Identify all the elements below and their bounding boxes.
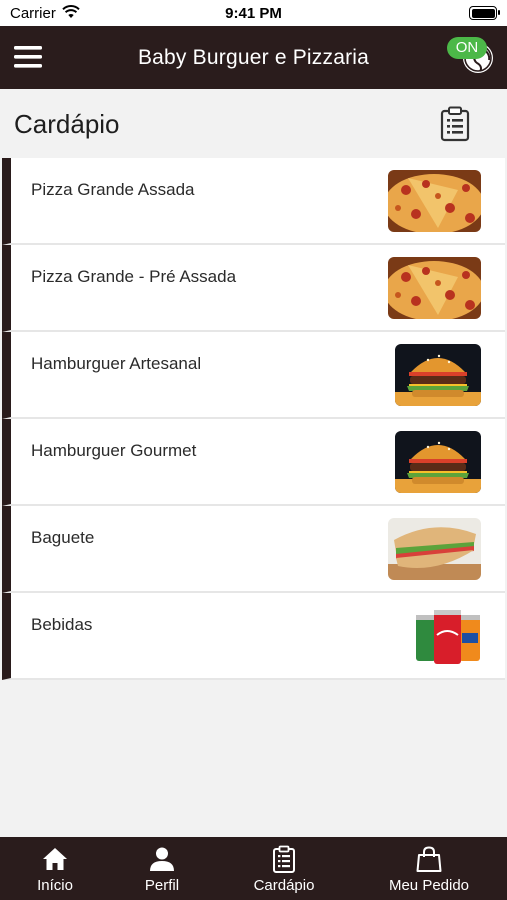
- tab-cardapio[interactable]: Cardápio: [221, 837, 347, 900]
- bag-icon: [416, 846, 442, 872]
- list-item-label: Hamburguer Artesanal: [31, 354, 202, 373]
- baguette-photo: [388, 518, 481, 580]
- clock: 9:41 PM: [225, 5, 282, 22]
- burger-photo: [395, 344, 481, 406]
- tab-label: Meu Pedido: [388, 877, 470, 894]
- bottom-tab-bar: Início Perfil Cardápio Meu Pedido: [0, 837, 507, 900]
- order-clipboard-icon[interactable]: [439, 106, 471, 142]
- tab-meu-pedido[interactable]: Meu Pedido: [366, 837, 492, 900]
- clipboard-icon: [273, 845, 295, 873]
- tab-perfil[interactable]: Perfil: [99, 837, 225, 900]
- tab-label: Cardápio: [253, 877, 315, 894]
- menu-category-list: Pizza Grande Assada Pizza Grande - Pré A…: [2, 158, 505, 680]
- pizza-photo: [388, 170, 481, 232]
- list-item-pizza-assada[interactable]: Pizza Grande Assada: [2, 158, 505, 245]
- list-item-hamburguer-gourmet[interactable]: Hamburguer Gourmet: [2, 419, 505, 506]
- list-item-label: Pizza Grande Assada: [31, 180, 195, 199]
- home-icon: [43, 848, 67, 870]
- soda-cans-photo: [415, 605, 481, 667]
- page-title: Cardápio: [14, 109, 120, 139]
- list-item-bebidas[interactable]: Bebidas: [2, 593, 505, 680]
- status-bar: Carrier 9:41 PM: [0, 0, 507, 26]
- online-status-badge[interactable]: ON: [447, 37, 487, 59]
- list-item-label: Pizza Grande - Pré Assada: [31, 267, 237, 286]
- list-item-hamburguer-artesanal[interactable]: Hamburguer Artesanal: [2, 332, 505, 419]
- top-navbar: Baby Burguer e Pizzaria ON: [0, 26, 507, 89]
- person-icon: [150, 847, 174, 871]
- list-item-pizza-pre-assada[interactable]: Pizza Grande - Pré Assada: [2, 245, 505, 332]
- list-item-label: Hamburguer Gourmet: [31, 441, 197, 460]
- app-title: Baby Burguer e Pizzaria: [137, 46, 370, 69]
- battery-icon: [469, 6, 500, 20]
- list-item-label: Bebidas: [31, 615, 93, 634]
- pizza-photo: [388, 257, 481, 319]
- tab-label: Perfil: [144, 877, 180, 894]
- list-item-label: Baguete: [31, 528, 95, 547]
- list-item-baguete[interactable]: Baguete: [2, 506, 505, 593]
- burger-photo: [395, 431, 481, 493]
